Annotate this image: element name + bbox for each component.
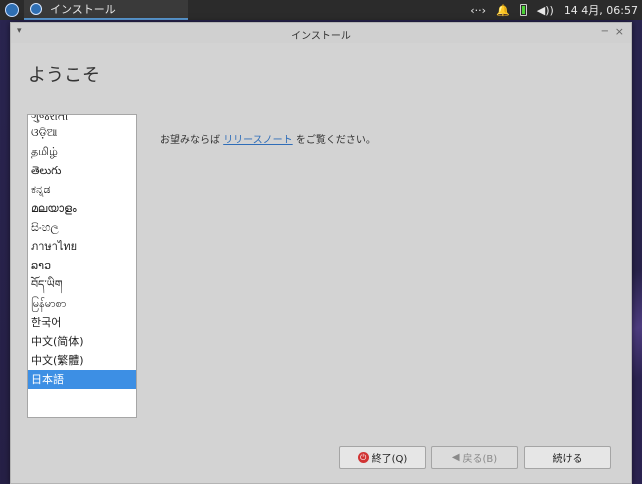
installer-window: ▾ インストール − × ようこそ ગુજરાતી ଓଡ଼ିଆ தமிழ் తెలుగ… <box>10 22 632 484</box>
top-panel: インストール ‹··› 🔔 ◀)) 14 4月, 06:57 <box>0 0 642 20</box>
language-item[interactable]: 中文(简体) <box>28 332 136 351</box>
language-item[interactable]: 日本語 <box>28 370 136 389</box>
close-icon[interactable]: × <box>615 25 624 38</box>
language-item[interactable]: தமிழ் <box>28 142 136 161</box>
language-item[interactable]: ಕನ್ನಡ <box>28 180 136 199</box>
back-arrow-icon: ◀ <box>451 452 460 463</box>
language-item[interactable]: 한국어 <box>28 313 136 332</box>
window-title: インストール <box>291 31 351 42</box>
language-item[interactable]: ગુજરાતી <box>28 115 136 123</box>
battery-icon[interactable] <box>519 4 527 16</box>
power-icon: ⏻ <box>357 452 369 463</box>
clock[interactable]: 14 4月, 06:57 <box>564 2 638 18</box>
language-item[interactable]: తెలుగు <box>28 161 136 180</box>
language-item[interactable]: සිංහල <box>28 218 136 237</box>
menu-logo-icon[interactable] <box>5 3 19 17</box>
continue-button[interactable]: 続ける <box>524 446 611 469</box>
release-notes-text: お望みならば リリースノート をご覧ください。 <box>160 131 376 146</box>
language-item[interactable]: မြန်မာစာ <box>28 294 136 313</box>
language-item[interactable]: ภาษาไทย <box>28 237 136 256</box>
window-titlebar[interactable]: ▾ インストール − × <box>11 23 631 43</box>
release-notes-link[interactable]: リリースノート <box>223 135 293 146</box>
network-icon[interactable]: ‹··› <box>470 4 486 17</box>
language-item[interactable]: བོད་ཡིག <box>28 275 136 294</box>
language-item[interactable]: ລາວ <box>28 256 136 275</box>
system-tray: ‹··› 🔔 ◀)) 14 4月, 06:57 <box>470 0 638 20</box>
language-item[interactable]: 中文(繁體) <box>28 351 136 370</box>
back-button[interactable]: ◀ 戻る(B) <box>431 446 518 469</box>
release-suffix: をご覧ください。 <box>292 135 376 146</box>
language-item[interactable]: ଓଡ଼ିଆ <box>28 123 136 142</box>
quit-button-label: 終了(Q) <box>371 454 408 465</box>
quit-button[interactable]: ⏻ 終了(Q) <box>339 446 426 469</box>
installer-icon <box>30 3 42 15</box>
release-prefix: お望みならば <box>160 135 224 146</box>
notification-bell-icon[interactable]: 🔔 <box>496 4 510 17</box>
taskbar-item-label: インストール <box>50 3 116 16</box>
page-title: ようこそ <box>28 65 100 86</box>
minimize-icon[interactable]: − <box>601 26 609 37</box>
volume-icon[interactable]: ◀)) <box>537 4 554 17</box>
continue-button-label: 続ける <box>552 454 583 465</box>
language-item[interactable]: മലയാളം <box>28 199 136 218</box>
language-list[interactable]: ગુજરાતી ଓଡ଼ିଆ தமிழ் తెలుగు ಕನ್ನಡ മലയാളം සිංහල ภ… <box>27 114 137 418</box>
back-button-label: 戻る(B) <box>462 454 498 465</box>
taskbar-item-installer[interactable]: インストール <box>24 0 188 20</box>
